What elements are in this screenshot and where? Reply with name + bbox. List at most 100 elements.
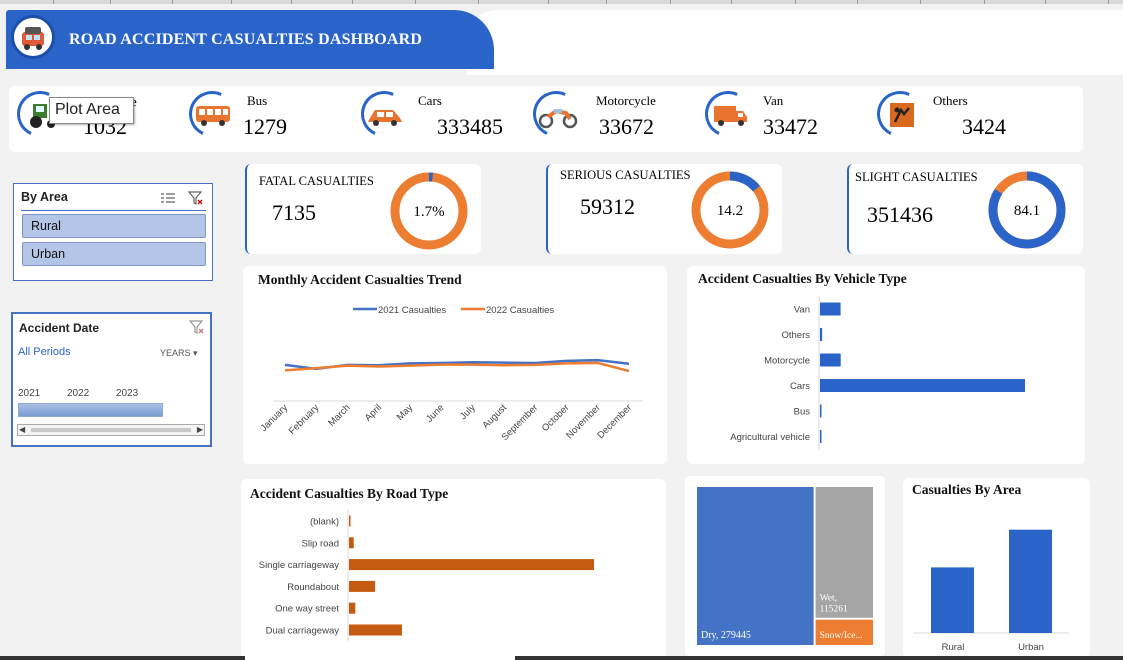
x-tick-label: April bbox=[363, 402, 384, 423]
clear-filter-icon[interactable] bbox=[189, 319, 205, 335]
x-tick-label: June bbox=[424, 402, 446, 424]
legend-label: 2022 Casualties bbox=[486, 305, 554, 316]
time-unit-dropdown[interactable]: YEARS ▾ bbox=[160, 348, 198, 359]
kpi-label: SERIOUS CASUALTIES bbox=[560, 168, 691, 182]
vehicle-cars[interactable]: Cars 333485 bbox=[354, 84, 521, 152]
kpi-value: 59312 bbox=[580, 194, 635, 219]
line-chart-svg: 2021 Casualties 2022 CasualtiesJanuaryFeb… bbox=[258, 305, 643, 443]
column-bar bbox=[1009, 529, 1052, 633]
vehicle-name: Van bbox=[763, 93, 784, 108]
vehicle-value: 33672 bbox=[599, 114, 654, 139]
plot-area-tooltip: Plot Area bbox=[49, 97, 134, 124]
timeline-bar[interactable] bbox=[18, 403, 163, 417]
timeline-year: 2021 bbox=[18, 388, 41, 399]
bar bbox=[349, 537, 354, 549]
kpi-pct: 14.2 bbox=[717, 203, 743, 219]
vehicle-value: 3424 bbox=[962, 114, 1006, 139]
van-icon bbox=[714, 106, 747, 126]
others-icon bbox=[890, 103, 914, 127]
bar bbox=[349, 580, 376, 592]
area-slicer-item-urban[interactable]: Urban bbox=[22, 242, 206, 266]
kpi-donut-slight: 84.1 bbox=[988, 171, 1066, 249]
category-label: Single carriageway bbox=[259, 560, 340, 571]
category-label: Others bbox=[781, 330, 810, 341]
motorcycle-icon bbox=[538, 108, 578, 129]
category-label: Roundabout bbox=[287, 582, 339, 593]
area-column-svg: Rural Urban bbox=[913, 529, 1069, 653]
chevron-down-icon: ▾ bbox=[193, 348, 198, 358]
treemap-label: Snow/Ice... bbox=[820, 631, 863, 641]
bar bbox=[820, 353, 841, 367]
kpi-pct: 84.1 bbox=[1014, 203, 1040, 219]
vehicle-motorcycle[interactable]: Motorcycle 33672 bbox=[526, 84, 693, 152]
bar bbox=[820, 430, 822, 443]
vehicle-value: 333485 bbox=[437, 114, 503, 139]
vehicle-bar-svg: Van Others Motorcycle Cars Bus Agricultural v… bbox=[730, 296, 1025, 450]
area-slicer-item-rural[interactable]: Rural bbox=[22, 214, 206, 238]
vehicle-name: Motorcycle bbox=[596, 93, 656, 108]
column-bar bbox=[931, 567, 974, 633]
x-tick-label: August bbox=[480, 402, 509, 431]
vehicle-bus[interactable]: Bus 1279 bbox=[182, 84, 349, 152]
vehicle-name: Bus bbox=[247, 93, 268, 108]
kpi-serious-card: SERIOUS CASUALTIES 59312 14.2 bbox=[546, 164, 782, 254]
x-tick-label: Rural bbox=[942, 642, 965, 653]
x-tick-label: Urban bbox=[1018, 642, 1044, 653]
vehicle-others[interactable]: Others 3424 bbox=[870, 84, 1037, 152]
category-label: Slip road bbox=[302, 538, 340, 549]
bar bbox=[820, 328, 823, 341]
kpi-donut-serious: 14.2 bbox=[691, 171, 769, 249]
category-label: One way street bbox=[275, 604, 339, 615]
bar bbox=[820, 404, 822, 418]
header-background bbox=[467, 10, 1123, 75]
bar bbox=[349, 602, 356, 614]
kpi-label: FATAL CASUALTIES bbox=[259, 174, 374, 188]
bar bbox=[820, 379, 1025, 392]
category-label: Dual carriageway bbox=[266, 626, 340, 637]
multi-select-icon[interactable] bbox=[160, 191, 176, 205]
kpi-value: 7135 bbox=[272, 200, 316, 225]
bar bbox=[349, 559, 594, 571]
category-label: Agricultural vehicle bbox=[730, 432, 810, 443]
treemap-label: Wet, bbox=[820, 594, 837, 604]
bus-icon bbox=[196, 106, 230, 126]
scroll-right-icon[interactable]: ▶ bbox=[197, 425, 203, 434]
road-type-chart: Accident Casualties By Road Type (blank)… bbox=[241, 479, 666, 660]
date-timeline-slicer: Accident Date All Periods YEARS ▾ 2021 2… bbox=[11, 312, 212, 447]
treemap-svg: Dry, 279445 Wet,115261 Snow/Ice... bbox=[697, 487, 873, 645]
road-bar-svg: (blank) Slip road Single carriageway Rounda… bbox=[259, 510, 594, 641]
category-label: Cars bbox=[790, 381, 810, 392]
bar bbox=[349, 515, 351, 527]
vehicle-name: Others bbox=[933, 93, 968, 108]
vehicle-name: Cars bbox=[418, 93, 442, 108]
area-column-chart: Casualties By Area Rural Urban bbox=[903, 478, 1090, 658]
category-label: (blank) bbox=[310, 517, 339, 528]
area-slicer-title: By Area bbox=[21, 190, 68, 204]
road-surface-treemap: Dry, 279445 Wet, 115261 Snow/Ice... bbox=[685, 476, 885, 656]
x-tick-label: May bbox=[395, 402, 416, 423]
kpi-donut-fatal: 1.7% bbox=[390, 172, 468, 250]
scroll-left-icon[interactable]: ◀ bbox=[19, 425, 25, 434]
timeline-scrollbar[interactable]: ◀ ▶ bbox=[17, 424, 205, 436]
x-tick-label: March bbox=[326, 402, 352, 428]
x-tick-label: February bbox=[287, 402, 322, 437]
kpi-value: 351436 bbox=[867, 202, 933, 227]
car-icon bbox=[368, 110, 402, 126]
category-label: Van bbox=[794, 305, 810, 316]
treemap-label: Dry, 279445 bbox=[701, 630, 751, 641]
x-tick-label: December bbox=[595, 402, 634, 441]
vehicle-van[interactable]: Van 33472 bbox=[698, 84, 865, 152]
series-line-2 bbox=[284, 361, 630, 373]
monthly-trend-chart: Monthly Accident Casualties Trend 2021 C… bbox=[243, 266, 667, 464]
category-label: Bus bbox=[794, 407, 811, 418]
kpi-slight-card: SLIGHT CASUALTIES 351436 84.1 bbox=[847, 164, 1083, 254]
clear-filter-icon[interactable] bbox=[188, 190, 204, 206]
bar bbox=[349, 624, 402, 636]
kpi-fatal-card: FATAL CASUALTIES 7135 1.7% bbox=[245, 164, 481, 254]
vehicle-value: 1279 bbox=[243, 114, 287, 139]
date-slicer-title: Accident Date bbox=[19, 321, 100, 335]
treemap-label: 115261 bbox=[820, 605, 848, 615]
dashboard-title: ROAD ACCIDENT CASUALTIES DASHBOARD bbox=[69, 31, 423, 48]
area-slicer: By Area Rural Urban bbox=[13, 183, 213, 281]
treemap-cell-dry bbox=[697, 487, 814, 645]
